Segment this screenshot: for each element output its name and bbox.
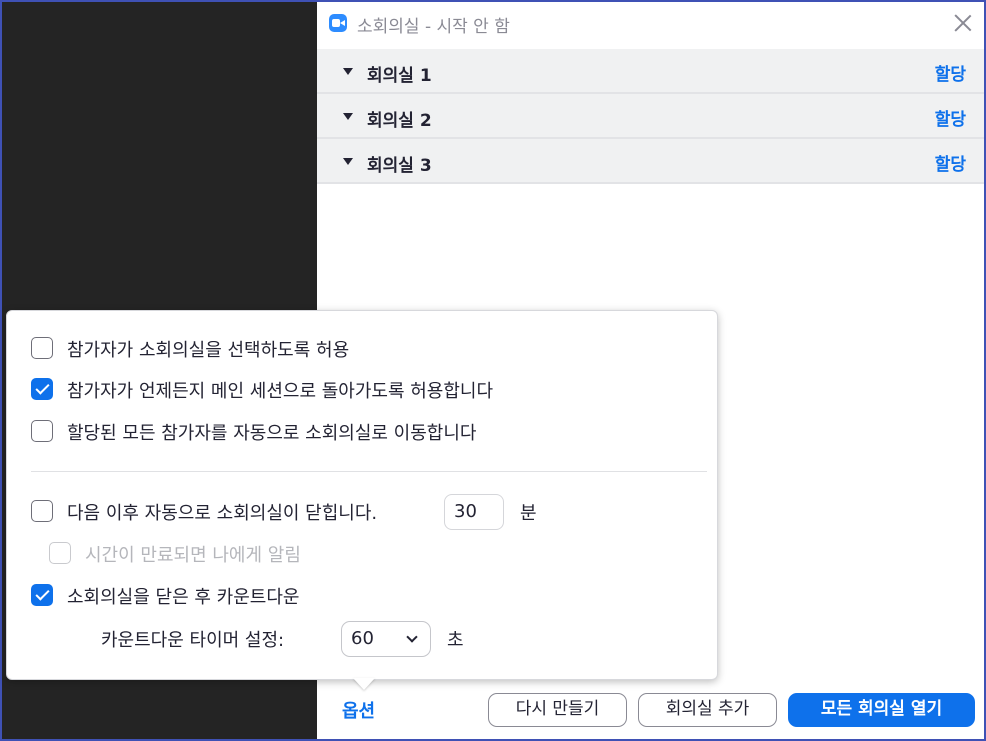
auto-close-label: 다음 이후 자동으로 소회의실이 닫힙니다.	[67, 503, 378, 524]
room-name: 회의실 3	[367, 156, 432, 176]
caret-down-icon[interactable]	[343, 158, 353, 165]
assign-link[interactable]: 할당	[935, 105, 966, 130]
countdown-label: 소회의실을 닫은 후 카운트다운	[67, 587, 300, 608]
options-popover: 참가자가 소회의실을 선택하도록 허용 참가자가 언제든지 메인 세션으로 돌아…	[6, 310, 718, 680]
title-bar: 소회의실 - 시작 안 함	[317, 2, 984, 47]
chevron-down-icon	[406, 631, 418, 643]
auto-close-checkbox[interactable]	[31, 500, 53, 522]
room-name: 회의실 1	[367, 66, 432, 86]
notify-expire-checkbox	[49, 542, 71, 564]
room-row[interactable]: 회의실 3 할당	[317, 139, 984, 184]
countdown-timer-label: 카운트다운 타이머 설정:	[101, 630, 285, 651]
options-button[interactable]: 옵션	[342, 697, 375, 723]
countdown-checkbox[interactable]	[31, 584, 53, 606]
caret-down-icon[interactable]	[343, 113, 353, 120]
assign-link[interactable]: 할당	[935, 150, 966, 175]
add-room-button[interactable]: 회의실 추가	[638, 693, 777, 727]
recreate-button[interactable]: 다시 만들기	[488, 693, 627, 727]
open-all-rooms-button[interactable]: 모든 회의실 열기	[788, 693, 975, 727]
room-list: 회의실 1 할당 회의실 2 할당 회의실 3 할당	[317, 49, 984, 184]
allow-choose-room-checkbox[interactable]	[31, 337, 53, 359]
zoom-camera-icon	[329, 14, 347, 32]
minutes-unit-label: 분	[520, 503, 537, 524]
auto-close-minutes-input[interactable]: 30	[444, 494, 504, 530]
allow-choose-room-label: 참가자가 소회의실을 선택하도록 허용	[67, 340, 350, 361]
allow-return-main-label: 참가자가 언제든지 메인 세션으로 돌아가도록 허용합니다	[67, 381, 494, 402]
notify-expire-label: 시간이 만료되면 나에게 알림	[85, 545, 301, 566]
room-name: 회의실 2	[367, 111, 432, 131]
room-row[interactable]: 회의실 1 할당	[317, 49, 984, 94]
close-icon[interactable]	[952, 12, 974, 34]
assign-link[interactable]: 할당	[935, 60, 966, 85]
allow-return-main-checkbox[interactable]	[31, 378, 53, 400]
room-row[interactable]: 회의실 2 할당	[317, 94, 984, 139]
window-title: 소회의실 - 시작 안 함	[357, 17, 510, 37]
divider	[31, 471, 707, 472]
auto-move-label: 할당된 모든 참가자를 자동으로 소회의실로 이동합니다	[67, 423, 477, 444]
countdown-timer-select[interactable]: 60	[341, 621, 431, 657]
caret-down-icon[interactable]	[343, 68, 353, 75]
countdown-timer-value: 60	[351, 628, 374, 649]
auto-move-checkbox[interactable]	[31, 420, 53, 442]
seconds-unit-label: 초	[447, 630, 464, 651]
popover-pointer	[353, 678, 375, 690]
